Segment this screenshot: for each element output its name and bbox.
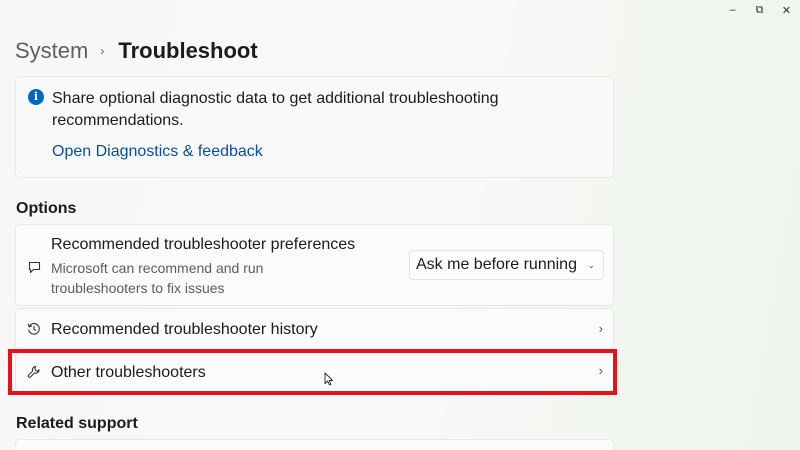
chat-icon	[26, 259, 42, 275]
info-icon: i	[28, 89, 44, 105]
dropdown-value: Ask me before running	[416, 256, 577, 273]
preferences-description: Microsoft can recommend and run troubles…	[51, 260, 264, 296]
options-heading: Options	[16, 200, 77, 217]
info-banner-text: Share optional diagnostic data to get ad…	[52, 90, 499, 129]
related-support-heading: Related support	[16, 415, 138, 432]
troubleshooter-preferences-row: Recommended troubleshooter preferences M…	[15, 224, 614, 306]
window-controls: – ⧉ ✕	[719, 0, 800, 20]
wrench-icon	[26, 364, 42, 380]
breadcrumb-system[interactable]: System	[15, 38, 88, 64]
page-title: Troubleshoot	[118, 38, 258, 63]
related-support-card[interactable]	[15, 439, 614, 450]
breadcrumb: System › Troubleshoot	[15, 36, 258, 66]
chevron-down-icon: ⌄	[587, 260, 595, 270]
chevron-right-icon: ›	[598, 321, 603, 336]
mouse-cursor-icon	[324, 372, 334, 391]
maximize-button[interactable]: ⧉	[746, 0, 773, 20]
diagnostic-info-banner: i Share optional diagnostic data to get …	[15, 76, 614, 178]
preferences-title: Recommended troubleshooter preferences	[51, 236, 356, 253]
open-diagnostics-link[interactable]: Open Diagnostics & feedback	[52, 143, 263, 161]
history-icon	[26, 321, 42, 337]
preferences-dropdown[interactable]: Ask me before running ⌄	[409, 250, 604, 280]
minimize-button[interactable]: –	[719, 0, 746, 20]
close-button[interactable]: ✕	[773, 0, 800, 20]
breadcrumb-separator: ›	[100, 44, 105, 58]
history-title: Recommended troubleshooter history	[51, 321, 318, 338]
other-troubleshooters-row[interactable]: Other troubleshooters ›	[15, 352, 614, 392]
troubleshooter-history-row[interactable]: Recommended troubleshooter history ›	[15, 308, 614, 350]
other-troubleshooters-title: Other troubleshooters	[51, 364, 206, 381]
chevron-right-icon: ›	[598, 363, 603, 378]
